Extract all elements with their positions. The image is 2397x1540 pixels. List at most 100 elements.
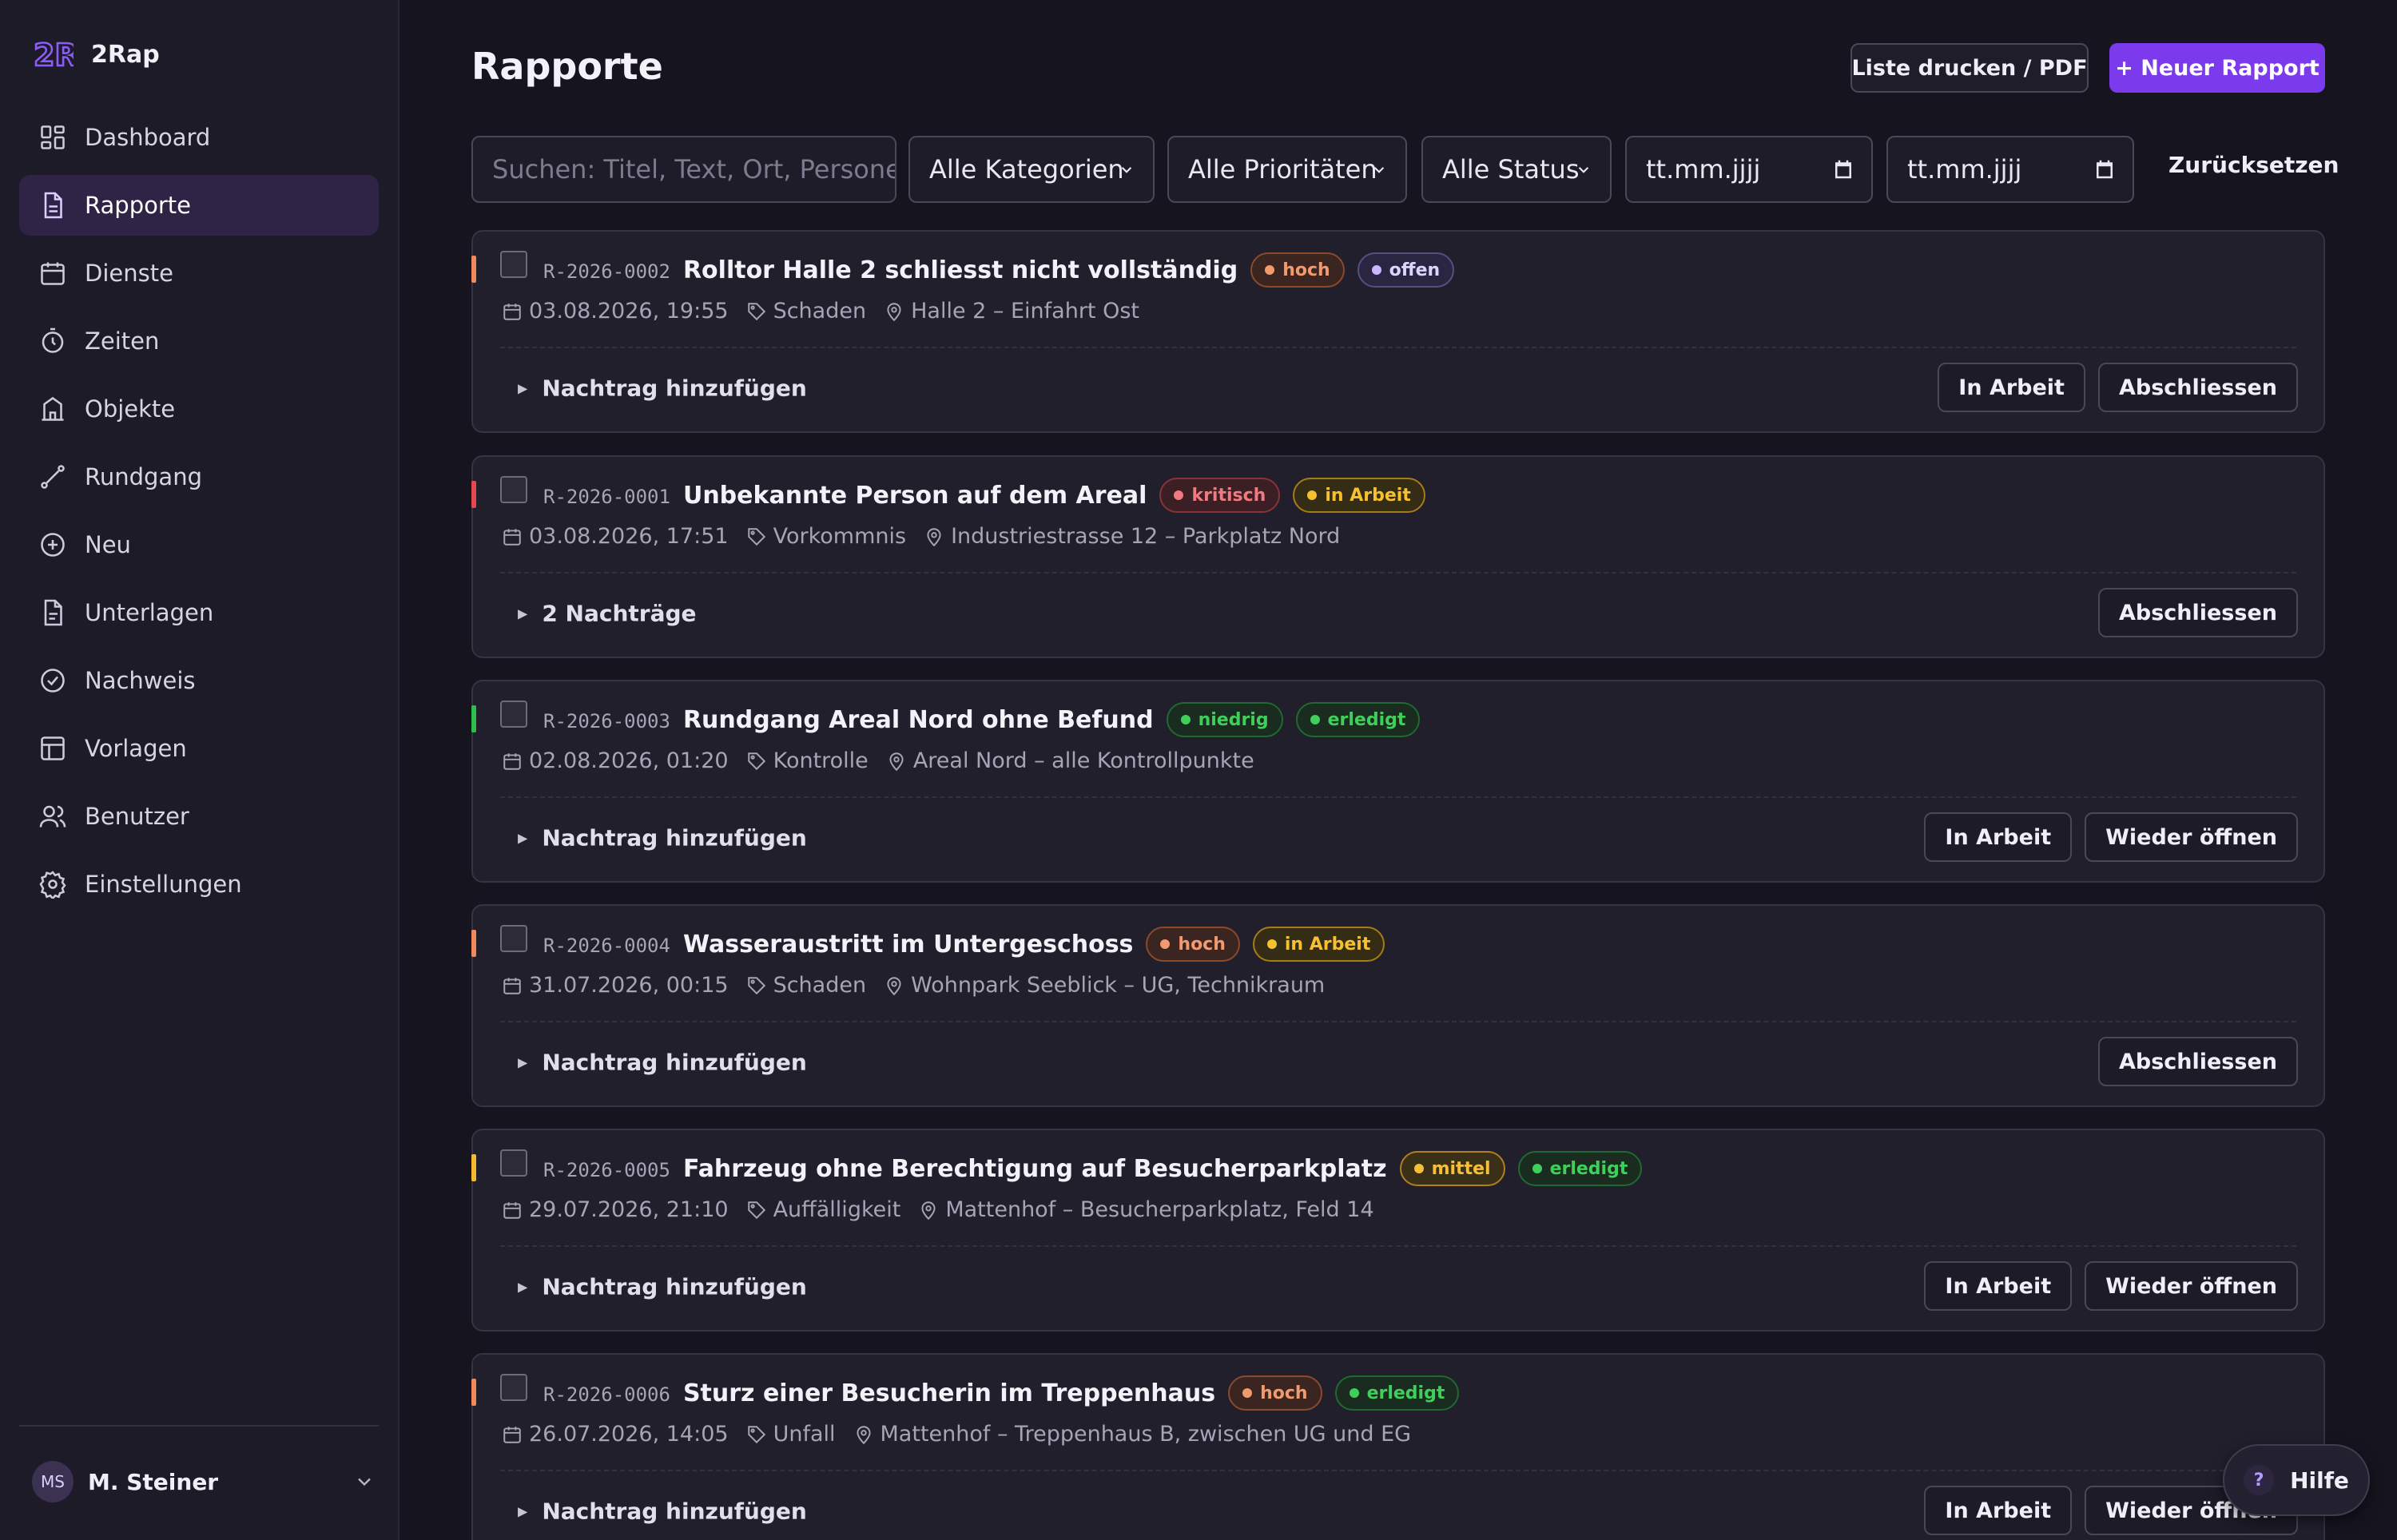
- priority-accent-bar: [471, 481, 476, 508]
- new-report-button[interactable]: + Neuer Rapport: [2109, 43, 2325, 93]
- date-from-value: tt.mm.jjjj: [1646, 154, 1761, 185]
- report-date: 03.08.2026, 17:51: [529, 524, 729, 549]
- sidebar-item-label: Rundgang: [85, 463, 202, 490]
- in-arbeit-button[interactable]: In Arbeit: [1924, 1486, 2073, 1535]
- select-checkbox[interactable]: [500, 251, 527, 278]
- status-badge: erledigt: [1334, 1375, 1460, 1411]
- priority-badge: kritisch: [1159, 478, 1281, 513]
- tag-icon: [747, 976, 765, 994]
- abschliessen-button[interactable]: Abschliessen: [2097, 1037, 2298, 1086]
- sidebar-item-rapporte[interactable]: Rapporte: [19, 175, 379, 236]
- report-location: Areal Nord – alle Kontrollpunkte: [912, 748, 1254, 773]
- sidebar-item-dashboard[interactable]: Dashboard: [19, 107, 379, 168]
- sidebar-divider: [19, 1425, 379, 1427]
- report-location: Mattenhof – Treppenhaus B, zwischen UG u…: [880, 1422, 1412, 1447]
- divider: [500, 572, 2296, 574]
- select-checkbox[interactable]: [500, 925, 527, 952]
- report-meta: 31.07.2026, 00:15 Schaden Wohnpark Seebl…: [502, 973, 1325, 998]
- wieder-oeffnen-button[interactable]: Wieder öffnen: [2085, 1261, 2298, 1311]
- sidebar-item-label: Dashboard: [85, 124, 211, 151]
- report-card[interactable]: R-2026-0001 Unbekannte Person auf dem Ar…: [471, 455, 2325, 658]
- report-location: Wohnpark Seeblick – UG, Technikraum: [911, 973, 1326, 998]
- calendar-icon: [2097, 160, 2113, 179]
- report-title[interactable]: Rolltor Halle 2 schliesst nicht vollstän…: [683, 256, 1238, 284]
- sidebar-item-label: Nachweis: [85, 667, 196, 694]
- report-meta: 26.07.2026, 14:05 Unfall Mattenhof – Tre…: [502, 1422, 1411, 1447]
- search-input[interactable]: Suchen: Titel, Text, Ort, Personen, I: [471, 136, 896, 203]
- wieder-oeffnen-button[interactable]: Wieder öffnen: [2085, 812, 2298, 862]
- help-button[interactable]: ? Hilfe: [2223, 1444, 2370, 1516]
- report-title[interactable]: Unbekannte Person auf dem Areal: [683, 482, 1147, 510]
- sidebar-item-dienste[interactable]: Dienste: [19, 243, 379, 304]
- report-card[interactable]: R-2026-0006 Sturz einer Besucherin im Tr…: [471, 1353, 2325, 1540]
- nachtrag-toggle[interactable]: ▶ Nachtrag hinzufügen: [518, 375, 807, 402]
- sidebar-item-nachweis[interactable]: Nachweis: [19, 650, 379, 711]
- select-checkbox[interactable]: [500, 1374, 527, 1401]
- caret-right-icon: ▶: [518, 380, 528, 396]
- report-date: 02.08.2026, 01:20: [529, 748, 729, 773]
- sidebar-item-einstellungen[interactable]: Einstellungen: [19, 854, 379, 915]
- in-arbeit-button[interactable]: In Arbeit: [1924, 1261, 2073, 1311]
- user-menu[interactable]: MS M. Steiner: [32, 1455, 376, 1508]
- date-from-input[interactable]: tt.mm.jjjj: [1625, 136, 1873, 203]
- report-title[interactable]: Wasseraustritt im Untergeschoss: [683, 931, 1133, 959]
- report-card[interactable]: R-2026-0003 Rundgang Areal Nord ohne Bef…: [471, 680, 2325, 883]
- report-id: R-2026-0003: [543, 710, 670, 732]
- calendar-icon: [503, 528, 521, 546]
- category-select[interactable]: Alle Kategorien: [908, 136, 1155, 203]
- abschliessen-button[interactable]: Abschliessen: [2097, 588, 2298, 637]
- report-title[interactable]: Rundgang Areal Nord ohne Befund: [683, 706, 1154, 734]
- select-checkbox[interactable]: [500, 476, 527, 503]
- in-arbeit-button[interactable]: In Arbeit: [1938, 363, 2085, 412]
- select-checkbox[interactable]: [500, 701, 527, 728]
- report-actions: Abschliessen: [2097, 588, 2298, 637]
- priority-badge: hoch: [1146, 927, 1240, 962]
- status-select[interactable]: Alle Status: [1421, 136, 1612, 203]
- priority-select[interactable]: Alle Prioritäten: [1167, 136, 1407, 203]
- sidebar-item-vorlagen[interactable]: Vorlagen: [19, 718, 379, 779]
- sidebar-item-objekte[interactable]: Objekte: [19, 379, 379, 439]
- report-id: R-2026-0001: [543, 486, 670, 508]
- date-to-input[interactable]: tt.mm.jjjj: [1886, 136, 2134, 203]
- print-pdf-button[interactable]: Liste drucken / PDF: [1850, 43, 2089, 93]
- nachtrag-toggle[interactable]: ▶ 2 Nachträge: [518, 601, 697, 627]
- report-actions: In Arbeit Wieder öffnen: [1924, 812, 2298, 862]
- app-logo-icon: 2R: [34, 37, 74, 72]
- report-title[interactable]: Fahrzeug ohne Berechtigung auf Besucherp…: [683, 1155, 1387, 1183]
- location-pin-icon: [887, 302, 901, 321]
- reset-filters-button[interactable]: Zurücksetzen: [2168, 152, 2339, 178]
- sidebar-item-rundgang[interactable]: Rundgang: [19, 447, 379, 507]
- in-arbeit-button[interactable]: In Arbeit: [1924, 812, 2073, 862]
- report-date: 03.08.2026, 19:55: [529, 299, 729, 323]
- sidebar-item-benutzer[interactable]: Benutzer: [19, 786, 379, 847]
- nachtrag-toggle[interactable]: ▶ Nachtrag hinzufügen: [518, 825, 807, 851]
- report-actions: Abschliessen: [2097, 1037, 2298, 1086]
- tag-icon: [747, 302, 765, 320]
- user-name: M. Steiner: [88, 1468, 219, 1495]
- caret-right-icon: ▶: [518, 605, 528, 621]
- category-select-value: Alle Kategorien: [929, 154, 1124, 185]
- sidebar-item-unterlagen[interactable]: Unterlagen: [19, 582, 379, 643]
- report-card[interactable]: R-2026-0004 Wasseraustritt im Untergesch…: [471, 904, 2325, 1107]
- report-card[interactable]: R-2026-0002 Rolltor Halle 2 schliesst ni…: [471, 230, 2325, 433]
- nachtrag-toggle[interactable]: ▶ Nachtrag hinzufügen: [518, 1498, 807, 1525]
- report-title[interactable]: Sturz einer Besucherin im Treppenhaus: [683, 1379, 1215, 1407]
- report-meta: 29.07.2026, 21:10 Auffälligkeit Mattenho…: [502, 1197, 1374, 1222]
- tag-icon: [747, 1201, 765, 1219]
- status-select-value: Alle Status: [1442, 154, 1580, 185]
- location-pin-icon: [887, 976, 901, 995]
- nachtrag-toggle[interactable]: ▶ Nachtrag hinzufügen: [518, 1274, 807, 1300]
- building-icon: [42, 396, 64, 421]
- sidebar-nav: Dashboard Rapporte Dienste Zeiten Objekt…: [19, 107, 379, 922]
- caret-right-icon: ▶: [518, 1503, 528, 1519]
- select-checkbox[interactable]: [500, 1149, 527, 1177]
- priority-accent-bar: [471, 705, 476, 732]
- sidebar-item-zeiten[interactable]: Zeiten: [19, 311, 379, 371]
- abschliessen-button[interactable]: Abschliessen: [2097, 363, 2298, 412]
- brand[interactable]: 2R 2Rap: [34, 37, 160, 72]
- calendar-icon: [1835, 160, 1851, 179]
- nachtrag-toggle[interactable]: ▶ Nachtrag hinzufügen: [518, 1050, 807, 1076]
- report-card[interactable]: R-2026-0005 Fahrzeug ohne Berechtigung a…: [471, 1129, 2325, 1332]
- sidebar-item-neu[interactable]: Neu: [19, 514, 379, 575]
- report-meta: 02.08.2026, 01:20 Kontrolle Areal Nord –…: [502, 748, 1254, 773]
